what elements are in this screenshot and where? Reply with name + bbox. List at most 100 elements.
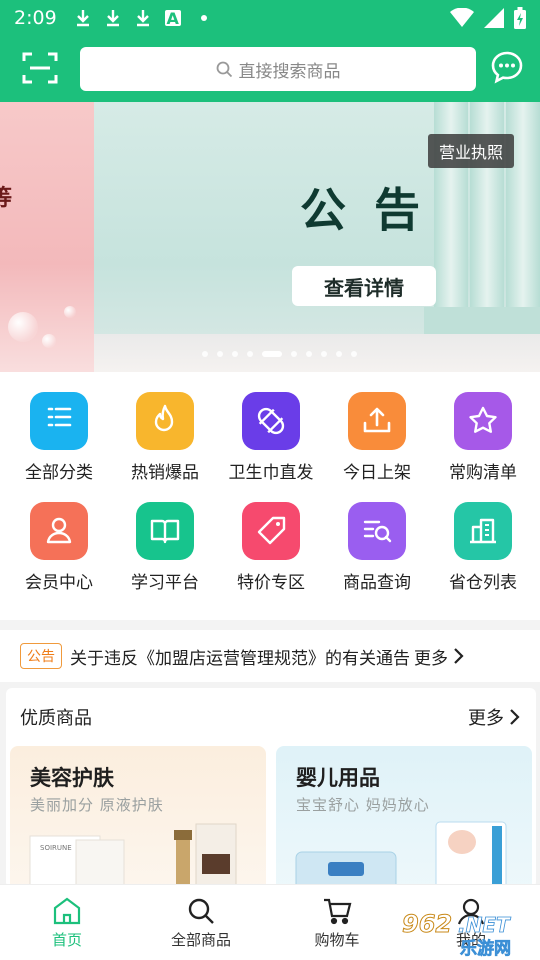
bubble-decoration [8,312,38,342]
category-item[interactable]: 今日上架 [323,392,431,492]
category-item[interactable]: 特价专区 [217,502,325,602]
carousel-dot[interactable] [351,351,357,357]
category-item[interactable]: 常购清单 [429,392,537,492]
download-icon [76,10,89,27]
category-label: 卫生巾直发 [228,463,314,483]
message-button[interactable] [490,50,526,86]
category-label: 商品查询 [343,573,411,593]
category-label: 常购清单 [449,463,517,483]
notice-bar[interactable]: 公告 关于违反《加盟店运营管理规范》的有关通告 更多 [0,630,540,682]
category-label: 特价专区 [237,573,305,593]
carousel-dot[interactable] [291,351,297,357]
notice-text: 关于违反《加盟店运营管理规范》的有关通告 [70,648,410,669]
bubble-decoration [42,334,56,348]
carousel-dot[interactable] [262,351,282,357]
home-icon [53,897,81,925]
watermark-logo: 962 .NET 乐游网 [402,910,512,960]
category-label: 全部分类 [25,463,93,483]
notice-more-link[interactable]: 更多 [414,644,448,669]
category-item[interactable]: 卫生巾直发 [217,392,325,492]
top-header: 直接搜索商品 [0,36,540,102]
category-item[interactable]: 会员中心 [5,502,113,602]
carousel-dot[interactable] [217,351,223,357]
carousel-dot[interactable] [321,351,327,357]
list-icon [30,392,88,450]
download-icon [106,10,119,27]
skincare-product-image: SOIRUNE [29,823,237,896]
search-placeholder: 直接搜索商品 [238,61,341,82]
category-grid: 全部分类 热销爆品 卫生巾直发 今日上架 常购清单会员中心 学习平台 特价专区 商品查询 省仓列… [0,372,540,620]
upload-icon [348,392,406,450]
category-label: 会员中心 [25,573,93,593]
status-bar: 2:09 A [0,0,540,36]
tab-all-products[interactable]: 全部商品 [146,897,256,950]
wifi-icon [450,8,474,27]
carousel-dot[interactable] [232,351,238,357]
download-icon [136,10,149,27]
query-icon [348,502,406,560]
tab-home[interactable]: 首页 [12,897,122,950]
banner-prev-slide: 等 [0,102,94,372]
tag-icon [242,502,300,560]
scan-button[interactable] [22,50,58,86]
business-license-button[interactable]: 营业执照 [428,134,514,168]
status-time: 2:09 [14,7,57,29]
notice-tag: 公告 [20,643,62,669]
search-icon [188,898,214,924]
battery-icon [514,7,526,29]
scan-icon [22,52,58,84]
svg-text:SOIRUNE: SOIRUNE [40,844,72,852]
view-details-button[interactable]: 查看详情 [292,266,436,306]
chevron-right-icon [510,709,520,725]
cart-icon [324,898,352,925]
category-item[interactable]: 全部分类 [5,392,113,492]
carousel-dot[interactable] [306,351,312,357]
category-label: 今日上架 [343,463,411,483]
bubble-decoration [64,306,76,318]
svg-text:962: 962 [402,910,452,938]
flame-icon [136,392,194,450]
tab-cart[interactable]: 购物车 [282,897,392,950]
search-input[interactable]: 直接搜索商品 [80,47,476,91]
carousel-dot[interactable] [202,351,208,357]
a-badge-icon: A [164,8,181,28]
signal-icon [484,8,504,28]
category-card-beauty[interactable]: 美容护肤 美丽加分 原液护肤 SOIRUNE [10,746,266,896]
prev-slide-edge-text: 等 [0,186,13,211]
banner-title: 公告 [300,183,448,237]
quality-more-link[interactable]: 更多 [468,704,520,730]
carousel-dot[interactable] [247,351,253,357]
category-item[interactable]: 热销爆品 [111,392,219,492]
category-item[interactable]: 商品查询 [323,502,431,602]
tab-label: 全部商品 [170,931,231,949]
carousel-indicator [202,351,357,357]
category-item[interactable]: 学习平台 [111,502,219,602]
carousel-dot[interactable] [336,351,342,357]
baby-product-image [295,821,507,896]
category-label: 热销爆品 [131,463,199,483]
svg-text:乐游网: 乐游网 [460,938,511,958]
pad-icon [242,392,300,450]
warehouse-icon [454,502,512,560]
section-title: 优质商品 [20,708,92,729]
person-icon [30,502,88,560]
svg-text:.NET: .NET [458,913,511,937]
system-icons [450,7,526,29]
book-icon [136,502,194,560]
category-item[interactable]: 省仓列表 [429,502,537,602]
category-label: 省仓列表 [449,573,517,593]
more-label: 更多 [468,708,504,729]
quality-products-section: 优质商品 更多 美容护肤 美丽加分 原液护肤 SOIRUNE 婴儿用品 宝宝舒心… [6,688,536,896]
site-watermark: 962 .NET 乐游网 [400,906,538,960]
tab-label: 首页 [51,931,82,949]
star-icon [454,392,512,450]
tab-label: 购物车 [314,931,360,949]
banner-carousel[interactable]: 等 公告 查看详情 营业执照 [0,102,540,372]
search-icon [216,61,232,77]
more-notifications-dot [200,15,207,21]
chevron-right-icon [454,648,464,664]
notification-icons: A [75,8,207,28]
chat-icon [491,51,523,84]
category-card-baby[interactable]: 婴儿用品 宝宝舒心 妈妈放心 [276,746,532,896]
category-label: 学习平台 [131,573,199,593]
